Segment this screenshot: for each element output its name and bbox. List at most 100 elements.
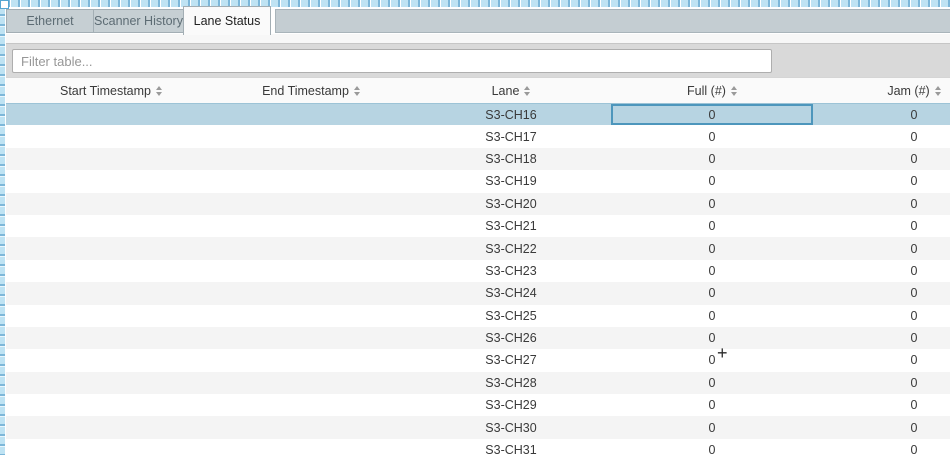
- table-row[interactable]: S3-CH2000: [6, 193, 950, 215]
- table-row[interactable]: S3-CH2600: [6, 327, 950, 349]
- cell-end[interactable]: [211, 394, 411, 416]
- cell-start[interactable]: [11, 193, 211, 215]
- cell-start[interactable]: [11, 170, 211, 192]
- cell-jam[interactable]: 0: [813, 170, 950, 192]
- cell-start[interactable]: [11, 215, 211, 237]
- cell-lane[interactable]: S3-CH18: [411, 148, 611, 170]
- cell-jam[interactable]: 0: [813, 237, 950, 259]
- column-header-jam[interactable]: Jam (#): [813, 78, 950, 103]
- cell-end[interactable]: [211, 416, 411, 438]
- cell-lane[interactable]: S3-CH19: [411, 170, 611, 192]
- tab-lane-status[interactable]: Lane Status: [183, 6, 271, 35]
- cell-end[interactable]: [211, 148, 411, 170]
- table-row[interactable]: S3-CH2200: [6, 237, 950, 259]
- cell-start[interactable]: [11, 282, 211, 304]
- cell-jam[interactable]: 0: [813, 394, 950, 416]
- cell-end[interactable]: [211, 349, 411, 371]
- cell-jam[interactable]: 0: [813, 193, 950, 215]
- cell-end[interactable]: [211, 260, 411, 282]
- cell-start[interactable]: [11, 416, 211, 438]
- table-row[interactable]: S3-CH3100: [6, 439, 950, 455]
- cell-full[interactable]: 0: [611, 260, 813, 282]
- table-row[interactable]: S3-CH2700: [6, 349, 950, 371]
- cell-full[interactable]: 0: [611, 394, 813, 416]
- cell-jam[interactable]: 0: [813, 416, 950, 438]
- table-row[interactable]: S3-CH3000: [6, 416, 950, 438]
- cell-end[interactable]: [211, 125, 411, 147]
- cell-jam[interactable]: 0: [813, 439, 950, 455]
- cell-lane[interactable]: S3-CH23: [411, 260, 611, 282]
- cell-start[interactable]: [11, 327, 211, 349]
- table-row[interactable]: S3-CH2400: [6, 282, 950, 304]
- filter-table-input[interactable]: [12, 49, 772, 73]
- cell-jam[interactable]: 0: [813, 148, 950, 170]
- cell-jam[interactable]: 0: [813, 282, 950, 304]
- cell-lane[interactable]: S3-CH31: [411, 439, 611, 455]
- cell-end[interactable]: [211, 193, 411, 215]
- cell-full[interactable]: 0: [611, 125, 813, 147]
- cell-start[interactable]: [11, 148, 211, 170]
- cell-full[interactable]: 0: [611, 148, 813, 170]
- column-header-end-timestamp[interactable]: End Timestamp: [211, 78, 411, 103]
- cell-lane[interactable]: S3-CH20: [411, 193, 611, 215]
- table-row[interactable]: S3-CH1800: [6, 148, 950, 170]
- cell-jam[interactable]: 0: [813, 104, 950, 125]
- cell-start[interactable]: [11, 125, 211, 147]
- cell-jam[interactable]: 0: [813, 125, 950, 147]
- cell-lane[interactable]: S3-CH21: [411, 215, 611, 237]
- cell-full[interactable]: 0: [611, 416, 813, 438]
- cell-start[interactable]: [11, 260, 211, 282]
- cell-start[interactable]: [11, 439, 211, 455]
- cell-full[interactable]: 0: [611, 170, 813, 192]
- cell-end[interactable]: [211, 237, 411, 259]
- cell-lane[interactable]: S3-CH25: [411, 305, 611, 327]
- column-header-lane[interactable]: Lane: [411, 78, 611, 103]
- cell-lane[interactable]: S3-CH26: [411, 327, 611, 349]
- cell-full[interactable]: 0: [611, 372, 813, 394]
- cell-start[interactable]: [11, 372, 211, 394]
- cell-full[interactable]: 0: [611, 215, 813, 237]
- cell-end[interactable]: [211, 439, 411, 455]
- table-row[interactable]: S3-CH1600: [6, 103, 950, 125]
- cell-start[interactable]: [11, 104, 211, 125]
- cell-jam[interactable]: 0: [813, 215, 950, 237]
- cell-end[interactable]: [211, 372, 411, 394]
- table-row[interactable]: S3-CH2800: [6, 372, 950, 394]
- cell-end[interactable]: [211, 282, 411, 304]
- cell-full[interactable]: 0: [611, 349, 813, 371]
- table-row[interactable]: S3-CH2500: [6, 305, 950, 327]
- cell-end[interactable]: [211, 170, 411, 192]
- cell-lane[interactable]: S3-CH29: [411, 394, 611, 416]
- cell-jam[interactable]: 0: [813, 349, 950, 371]
- cell-lane[interactable]: S3-CH16: [411, 104, 611, 125]
- cell-full[interactable]: 0: [611, 104, 813, 125]
- table-row[interactable]: S3-CH2100: [6, 215, 950, 237]
- column-header-start-timestamp[interactable]: Start Timestamp: [11, 78, 211, 103]
- table-row[interactable]: S3-CH2300: [6, 260, 950, 282]
- cell-full[interactable]: 0: [611, 237, 813, 259]
- cell-end[interactable]: [211, 104, 411, 125]
- cell-lane[interactable]: S3-CH30: [411, 416, 611, 438]
- cell-jam[interactable]: 0: [813, 327, 950, 349]
- cell-full[interactable]: 0: [611, 193, 813, 215]
- selection-resize-handle[interactable]: [0, 0, 9, 9]
- cell-start[interactable]: [11, 394, 211, 416]
- cell-lane[interactable]: S3-CH27: [411, 349, 611, 371]
- cell-full[interactable]: 0: [611, 305, 813, 327]
- cell-lane[interactable]: S3-CH24: [411, 282, 611, 304]
- table-row[interactable]: S3-CH1700: [6, 125, 950, 147]
- cell-start[interactable]: [11, 305, 211, 327]
- cell-jam[interactable]: 0: [813, 260, 950, 282]
- cell-end[interactable]: [211, 215, 411, 237]
- cell-end[interactable]: [211, 305, 411, 327]
- cell-full[interactable]: 0: [611, 282, 813, 304]
- cell-full[interactable]: 0: [611, 439, 813, 455]
- cell-lane[interactable]: S3-CH17: [411, 125, 611, 147]
- cell-lane[interactable]: S3-CH22: [411, 237, 611, 259]
- cell-start[interactable]: [11, 237, 211, 259]
- table-row[interactable]: S3-CH2900: [6, 394, 950, 416]
- tab-ethernet[interactable]: Ethernet: [6, 9, 94, 33]
- cell-jam[interactable]: 0: [813, 372, 950, 394]
- cell-lane[interactable]: S3-CH28: [411, 372, 611, 394]
- cell-jam[interactable]: 0: [813, 305, 950, 327]
